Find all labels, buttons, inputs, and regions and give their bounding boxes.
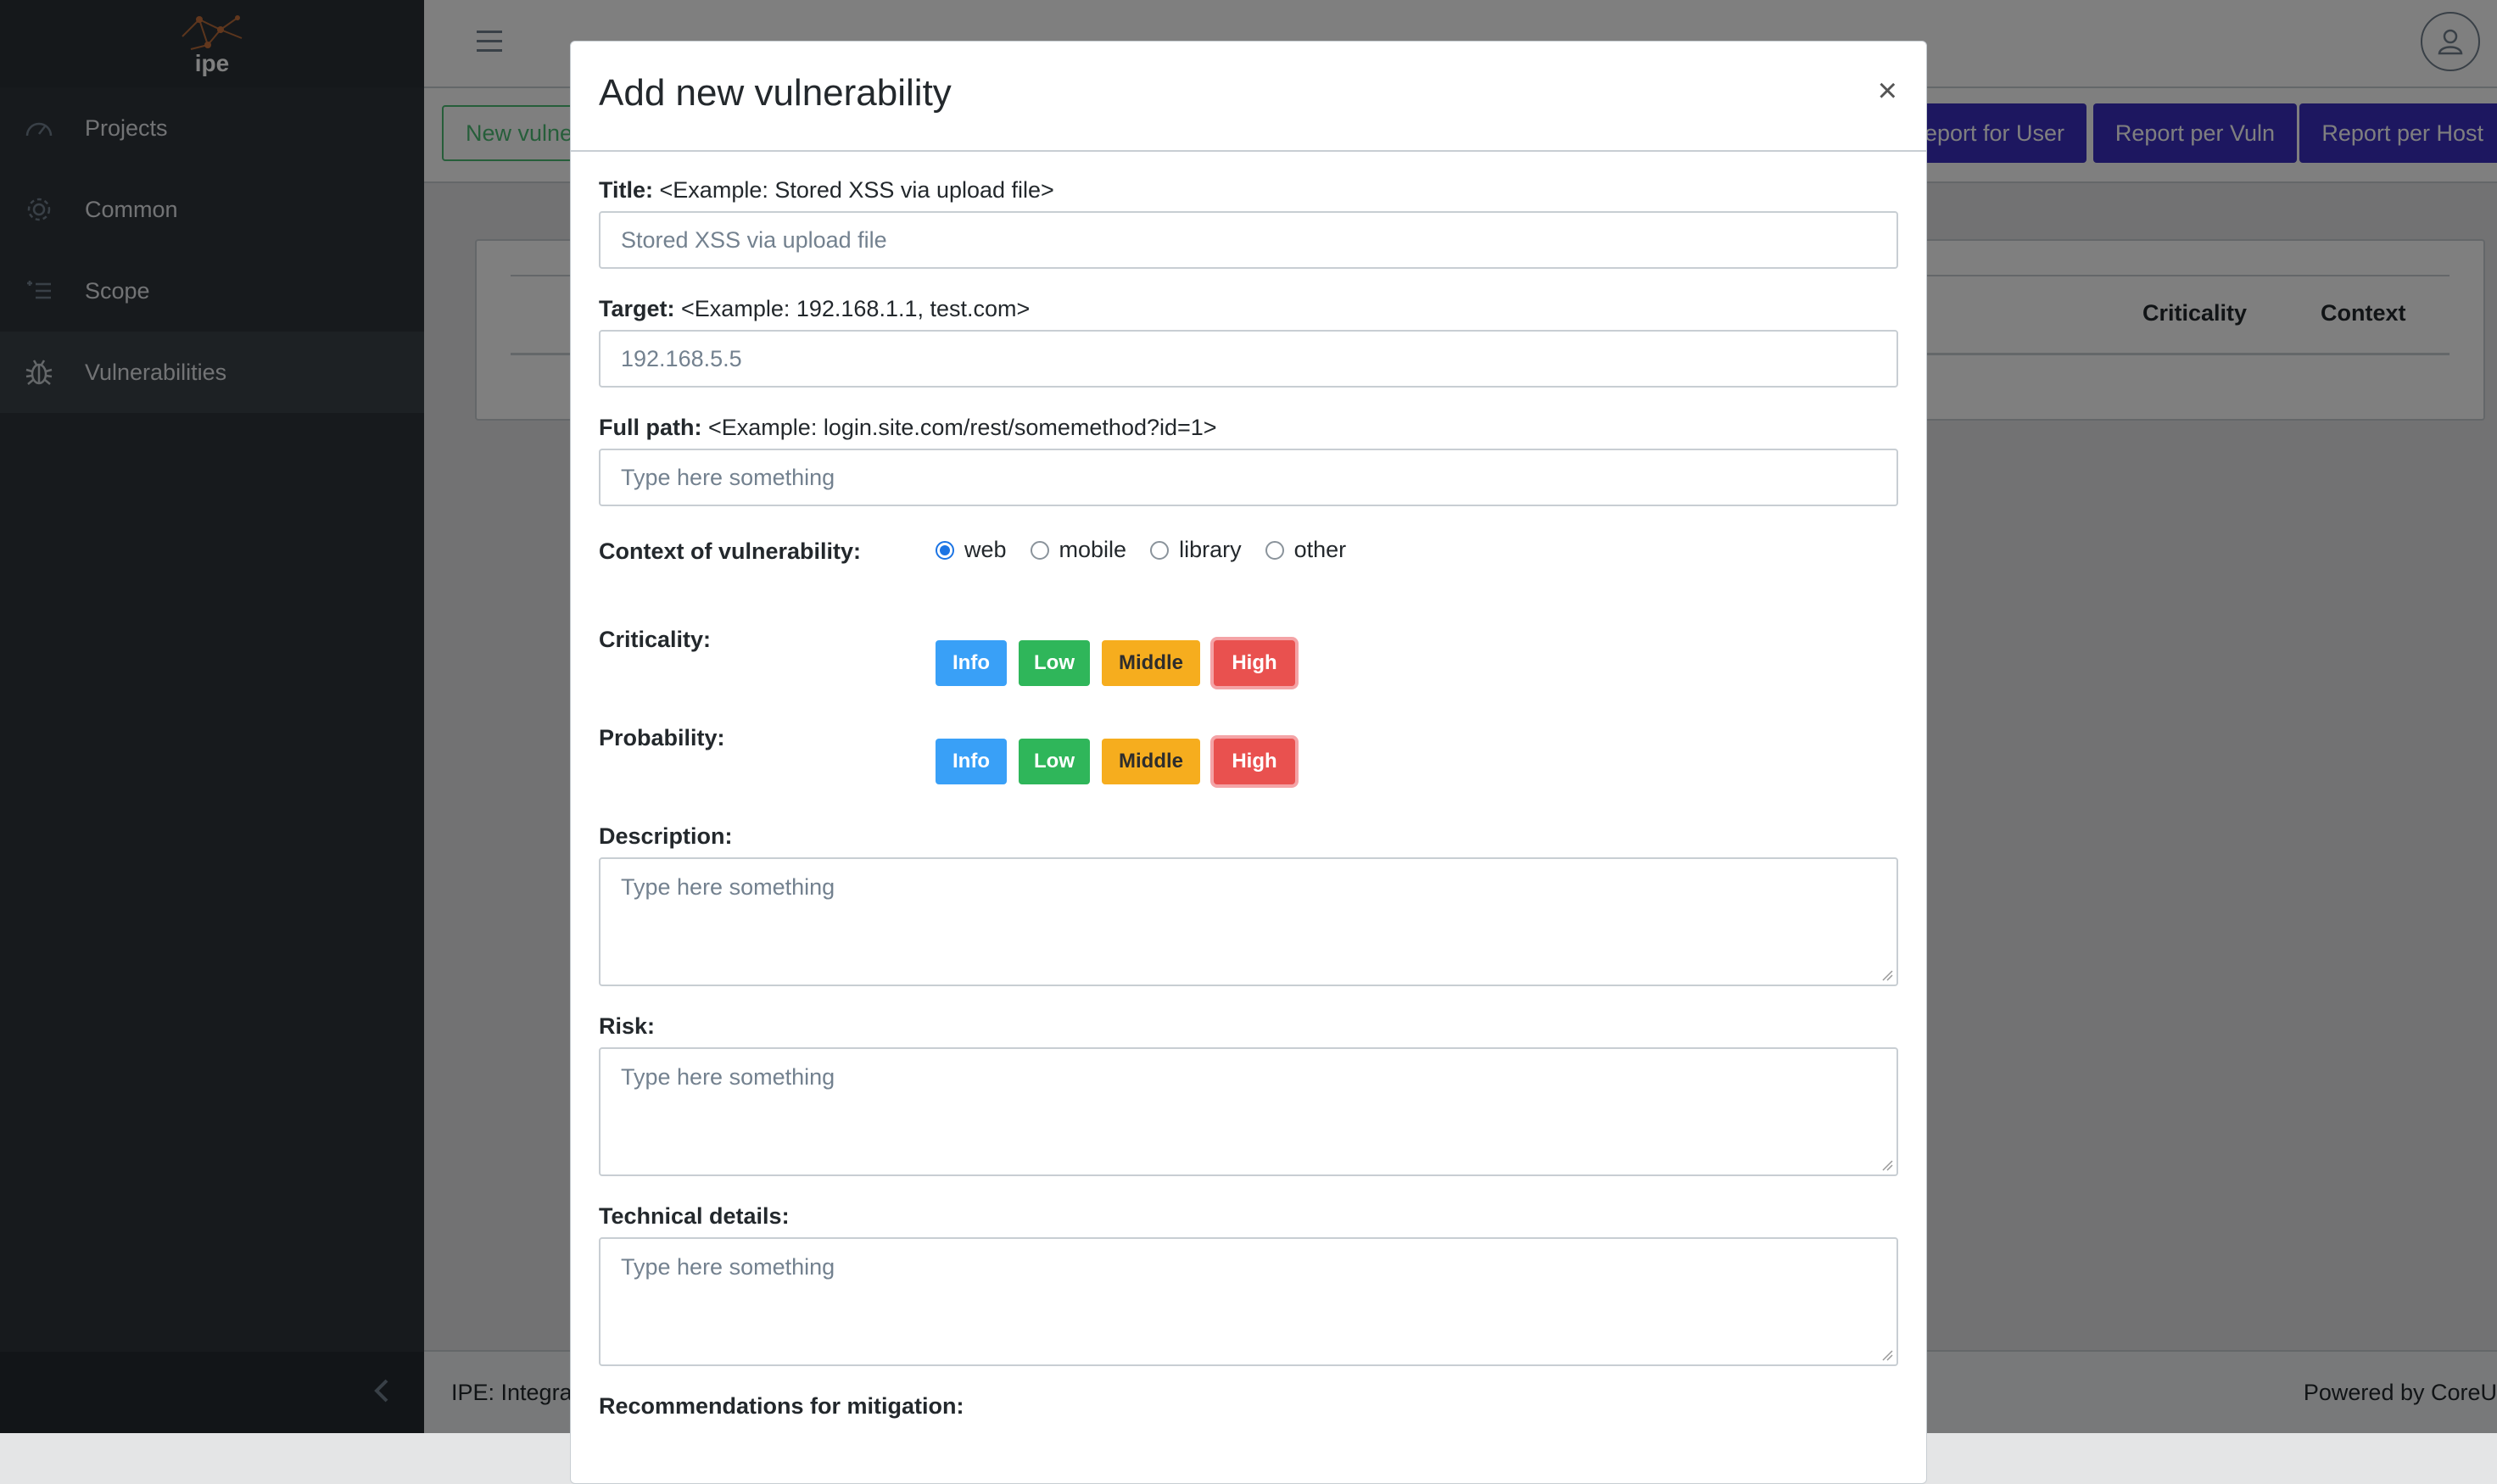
title-input[interactable]: Stored XSS via upload file <box>599 211 1898 269</box>
context-radio-library[interactable] <box>1150 540 1170 560</box>
context-label: Context of vulnerability: <box>599 538 862 564</box>
context-option-label: web <box>964 537 1007 562</box>
title-hint: <Example: Stored XSS via upload file> <box>659 177 1054 203</box>
target-hint: <Example: 192.168.1.1, test.com> <box>681 296 1031 321</box>
context-radio-mobile[interactable] <box>1030 540 1049 560</box>
probability-info-button[interactable]: Info <box>936 739 1007 784</box>
context-radio-other[interactable] <box>1265 540 1284 560</box>
criticality-high-button[interactable]: High <box>1214 640 1295 686</box>
resize-grip-icon[interactable] <box>1881 1159 1893 1171</box>
full-path-hint: <Example: login.site.com/rest/somemethod… <box>708 415 1217 440</box>
risk-placeholder: Type here something <box>621 1064 835 1090</box>
technical-details-placeholder: Type here something <box>621 1254 835 1280</box>
criticality-label: Criticality: <box>599 627 712 652</box>
resize-grip-icon[interactable] <box>1881 1349 1893 1361</box>
full-path-input[interactable]: Type here something <box>599 449 1898 506</box>
add-vulnerability-modal: Add new vulnerability × Title: <Example:… <box>570 41 1927 1484</box>
probability-low-button[interactable]: Low <box>1019 739 1090 784</box>
context-option-label: library <box>1179 537 1242 562</box>
mitigation-label: Recommendations for mitigation: <box>599 1393 964 1419</box>
context-radio-web[interactable] <box>936 540 954 560</box>
technical-details-label: Technical details: <box>599 1203 790 1229</box>
target-input[interactable]: 192.168.5.5 <box>599 330 1898 388</box>
modal-header: Add new vulnerability × <box>571 42 1926 152</box>
context-radio-group: web mobile library other <box>936 537 1370 563</box>
probability-label: Probability: <box>599 725 725 750</box>
description-placeholder: Type here something <box>621 874 835 900</box>
technical-details-textarea[interactable]: Type here something <box>599 1237 1898 1366</box>
risk-textarea[interactable]: Type here something <box>599 1047 1898 1176</box>
criticality-info-button[interactable]: Info <box>936 640 1007 686</box>
full-path-label: Full path: <Example: login.site.com/rest… <box>599 415 1217 440</box>
context-option-label: other <box>1293 537 1347 562</box>
close-icon[interactable]: × <box>1878 74 1897 108</box>
modal-title: Add new vulnerability <box>599 72 952 114</box>
description-textarea[interactable]: Type here something <box>599 857 1898 986</box>
criticality-middle-button[interactable]: Middle <box>1102 640 1200 686</box>
probability-middle-button[interactable]: Middle <box>1102 739 1200 784</box>
probability-high-button[interactable]: High <box>1214 739 1295 784</box>
title-label: Title: <Example: Stored XSS via upload f… <box>599 177 1054 203</box>
description-label: Description: <box>599 823 733 849</box>
criticality-low-button[interactable]: Low <box>1019 640 1090 686</box>
target-label: Target: <Example: 192.168.1.1, test.com> <box>599 296 1031 321</box>
context-option-label: mobile <box>1059 537 1127 562</box>
risk-label: Risk: <box>599 1013 656 1039</box>
resize-grip-icon[interactable] <box>1881 969 1893 981</box>
